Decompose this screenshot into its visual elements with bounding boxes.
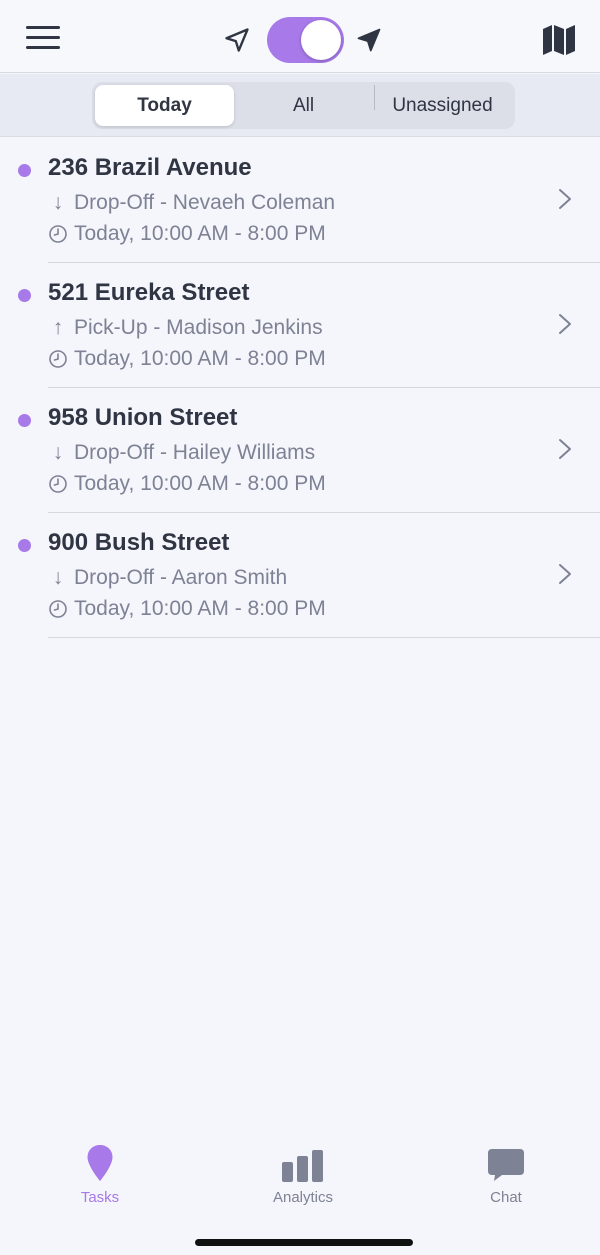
filter-bar: Today All Unassigned [0, 74, 600, 137]
hamburger-menu-icon[interactable] [26, 24, 62, 54]
chevron-right-icon [559, 439, 571, 459]
clock-icon [49, 475, 67, 493]
status-dot [18, 414, 31, 427]
task-time-text: Today, 10:00 AM - 8:00 PM [74, 472, 326, 495]
task-time-text: Today, 10:00 AM - 8:00 PM [74, 347, 326, 370]
task-address: 521 Eureka Street [48, 279, 250, 306]
task-time-line: Today, 10:00 AM - 8:00 PM [48, 347, 326, 371]
drop-off-arrow-icon: ↓ [52, 566, 64, 589]
segment-all[interactable]: All [234, 85, 373, 126]
tab-tasks[interactable]: Tasks [40, 1144, 160, 1214]
segmented-control: Today All Unassigned [92, 82, 515, 129]
task-address: 900 Bush Street [48, 529, 230, 556]
segment-unassigned[interactable]: Unassigned [373, 85, 512, 126]
task-type-line: ↓ Drop-Off - Hailey Williams [48, 441, 315, 465]
chevron-right-icon [559, 314, 571, 334]
drop-off-arrow-icon: ↓ [52, 191, 64, 214]
clock-icon [49, 350, 67, 368]
status-dot [18, 539, 31, 552]
task-address: 236 Brazil Avenue [48, 154, 252, 181]
map-pin-icon [87, 1145, 113, 1181]
tab-bar: Tasks Analytics Chat [0, 1130, 600, 1255]
location-tracking-toggle[interactable] [267, 17, 344, 63]
task-type-line: ↓ Drop-Off - Aaron Smith [48, 566, 287, 590]
task-row[interactable]: 521 Eureka Street ↑ Pick-Up - Madison Je… [0, 263, 600, 388]
task-type-text: Pick-Up - Madison Jenkins [74, 316, 323, 339]
segment-today[interactable]: Today [95, 85, 234, 126]
navigation-arrow-filled-icon [357, 28, 381, 52]
task-type-text: Drop-Off - Aaron Smith [74, 566, 288, 589]
chevron-right-icon [559, 189, 571, 209]
task-type-text: Drop-Off - Hailey Williams [74, 441, 316, 464]
task-time-line: Today, 10:00 AM - 8:00 PM [48, 222, 326, 246]
tab-analytics[interactable]: Analytics [243, 1144, 363, 1214]
home-indicator [195, 1239, 413, 1246]
status-dot [18, 164, 31, 177]
chevron-right-icon [559, 564, 571, 584]
status-dot [18, 289, 31, 302]
toggle-knob [301, 20, 341, 60]
pick-up-arrow-icon: ↑ [52, 316, 64, 339]
drop-off-arrow-icon: ↓ [52, 441, 64, 464]
chat-bubble-icon [488, 1149, 524, 1181]
task-time-line: Today, 10:00 AM - 8:00 PM [48, 472, 326, 496]
task-time-text: Today, 10:00 AM - 8:00 PM [74, 597, 326, 620]
navigation-arrow-outline-icon [225, 28, 249, 52]
clock-icon [49, 225, 67, 243]
task-type-line: ↑ Pick-Up - Madison Jenkins [48, 316, 323, 340]
segment-divider [374, 85, 375, 110]
task-row[interactable]: 958 Union Street ↓ Drop-Off - Hailey Wil… [0, 388, 600, 513]
top-bar [0, 0, 600, 73]
task-type-text: Drop-Off - Nevaeh Coleman [74, 191, 336, 214]
bar-chart-icon [282, 1150, 323, 1182]
tab-analytics-label: Analytics [272, 1189, 334, 1206]
row-divider [48, 637, 600, 638]
task-time-text: Today, 10:00 AM - 8:00 PM [74, 222, 326, 245]
tab-tasks-label: Tasks [80, 1189, 120, 1206]
task-row[interactable]: 900 Bush Street ↓ Drop-Off - Aaron Smith… [0, 513, 600, 638]
task-address: 958 Union Street [48, 404, 238, 431]
tab-chat-label: Chat [490, 1189, 522, 1206]
task-type-line: ↓ Drop-Off - Nevaeh Coleman [48, 191, 335, 215]
map-icon[interactable] [541, 24, 577, 56]
clock-icon [49, 600, 67, 618]
task-row[interactable]: 236 Brazil Avenue ↓ Drop-Off - Nevaeh Co… [0, 138, 600, 263]
task-time-line: Today, 10:00 AM - 8:00 PM [48, 597, 326, 621]
task-list: 236 Brazil Avenue ↓ Drop-Off - Nevaeh Co… [0, 138, 600, 638]
tab-chat[interactable]: Chat [446, 1144, 566, 1214]
